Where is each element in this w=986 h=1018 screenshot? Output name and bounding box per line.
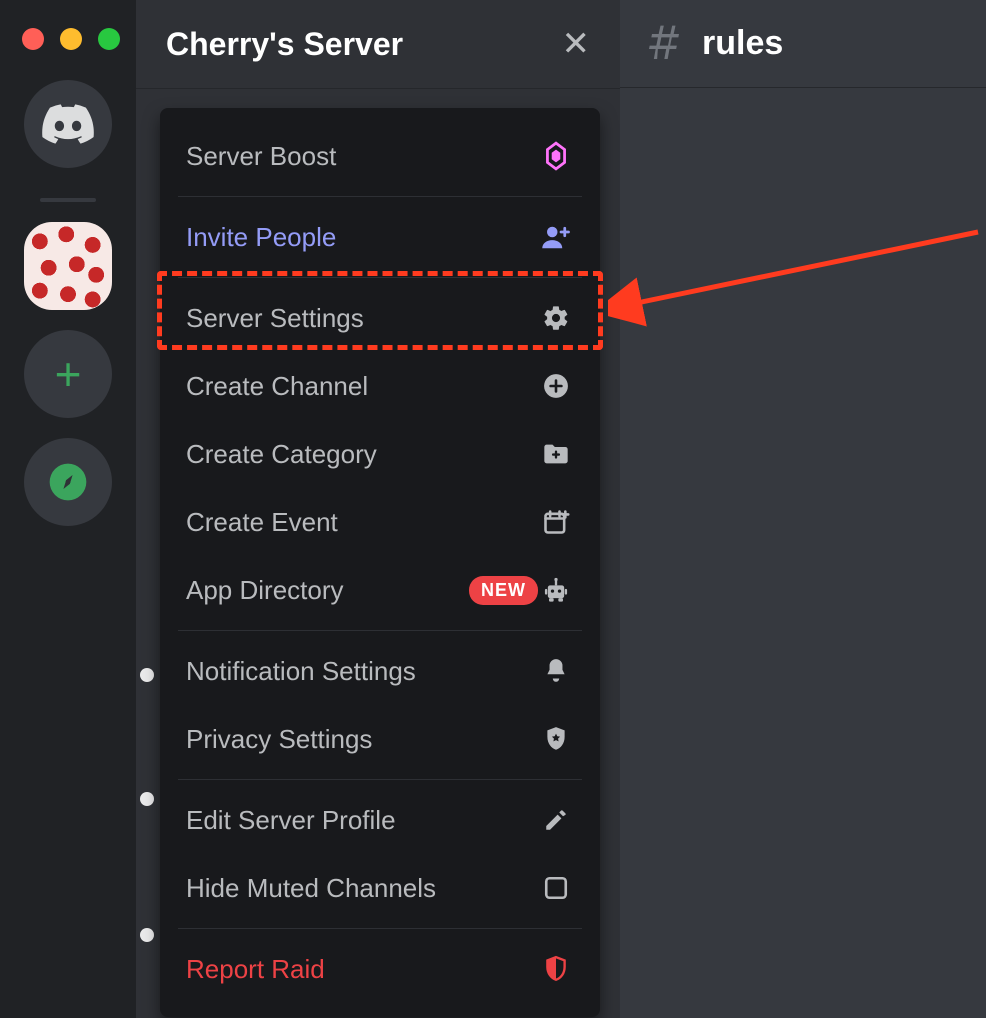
menu-app-directory[interactable]: App Directory NEW (160, 556, 600, 624)
window-zoom-dot[interactable] (98, 28, 120, 50)
menu-item-label: Server Settings (186, 303, 538, 334)
pencil-icon (543, 807, 569, 833)
menu-item-label: Create Channel (186, 371, 538, 402)
menu-item-label: Server Boost (186, 141, 538, 172)
cherry-avatar-image (24, 222, 112, 310)
discord-logo-icon (42, 104, 94, 144)
plus-circle-icon (543, 373, 569, 399)
menu-create-event[interactable]: Create Event (160, 488, 600, 556)
menu-item-label: App Directory (186, 575, 455, 606)
bell-icon (543, 657, 569, 685)
gear-icon (542, 304, 570, 332)
menu-notification-settings[interactable]: Notification Settings (160, 637, 600, 705)
menu-privacy-settings[interactable]: Privacy Settings (160, 705, 600, 773)
menu-create-category[interactable]: Create Category (160, 420, 600, 488)
channel-name: rules (702, 24, 783, 63)
folder-plus-icon (542, 442, 570, 466)
new-badge: NEW (469, 576, 538, 605)
rail-separator (40, 198, 96, 202)
hash-icon (644, 24, 684, 64)
menu-hide-muted-channels[interactable]: Hide Muted Channels (160, 854, 600, 922)
menu-separator (178, 928, 582, 929)
menu-item-label: Report Raid (186, 954, 538, 985)
server-avatar-cherrys[interactable] (24, 222, 112, 310)
chat-area (620, 88, 986, 1018)
menu-item-label: Edit Server Profile (186, 805, 538, 836)
server-dropdown-menu: Server Boost Invite People Server Settin… (160, 108, 600, 1017)
unread-indicator (140, 928, 154, 942)
menu-item-label: Invite People (186, 222, 538, 253)
window-close-dot[interactable] (22, 28, 44, 50)
unread-indicator (140, 792, 154, 806)
explore-servers-button[interactable] (24, 438, 112, 526)
menu-create-channel[interactable]: Create Channel (160, 352, 600, 420)
menu-item-label: Notification Settings (186, 656, 538, 687)
server-title: Cherry's Server (166, 26, 562, 63)
menu-edit-server-profile[interactable]: Edit Server Profile (160, 786, 600, 854)
channel-header: rules (620, 0, 986, 88)
menu-item-label: Hide Muted Channels (186, 873, 538, 904)
menu-item-label: Create Category (186, 439, 538, 470)
menu-separator (178, 779, 582, 780)
menu-item-label: Privacy Settings (186, 724, 538, 755)
person-plus-icon (541, 224, 571, 250)
unread-indicator (140, 668, 154, 682)
menu-server-settings[interactable]: Server Settings (160, 284, 600, 352)
plus-icon: + (55, 347, 82, 401)
home-discord-button[interactable] (24, 80, 112, 168)
checkbox-empty-icon (543, 875, 569, 901)
menu-separator (178, 630, 582, 631)
menu-item-label: Create Event (186, 507, 538, 538)
compass-icon (46, 460, 90, 504)
shield-alert-icon (543, 955, 569, 983)
boost-gem-icon (543, 141, 569, 171)
menu-separator (178, 196, 582, 197)
window-minimize-dot[interactable] (60, 28, 82, 50)
server-rail: + (0, 0, 136, 1018)
shield-star-icon (543, 725, 569, 753)
add-server-button[interactable]: + (24, 330, 112, 418)
menu-report-raid[interactable]: Report Raid (160, 935, 600, 1003)
menu-server-boost[interactable]: Server Boost (160, 122, 600, 190)
close-icon[interactable]: ✕ (562, 24, 591, 64)
calendar-plus-icon (542, 508, 570, 536)
server-header[interactable]: Cherry's Server ✕ (136, 0, 620, 88)
menu-separator (178, 277, 582, 278)
menu-invite-people[interactable]: Invite People (160, 203, 600, 271)
window-controls (22, 28, 120, 50)
robot-icon (542, 576, 570, 604)
